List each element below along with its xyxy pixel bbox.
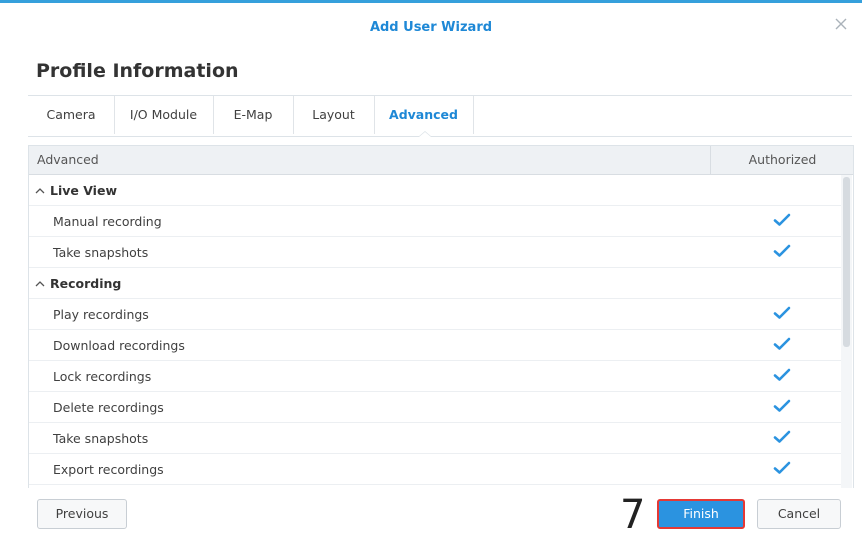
row-text: Take snapshots <box>53 431 149 446</box>
permission-label: Export recordings <box>53 462 164 477</box>
row-text: Export recordings <box>53 462 164 477</box>
row-text: Lock recordings <box>53 369 152 384</box>
row-text: Download recordings <box>53 338 185 353</box>
table-row: Lock recordings <box>29 361 841 392</box>
checkmark-icon[interactable] <box>773 306 791 320</box>
dialog-title: Add User Wizard <box>369 20 493 35</box>
close-icon[interactable] <box>832 15 850 33</box>
chevron-up-icon[interactable] <box>35 186 45 196</box>
tab-advanced[interactable]: Advanced <box>374 96 474 134</box>
checkmark-icon[interactable] <box>773 213 791 227</box>
checkmark-icon[interactable] <box>773 368 791 382</box>
cancel-button[interactable]: Cancel <box>757 499 841 529</box>
previous-button[interactable]: Previous <box>37 499 127 529</box>
column-header-authorized[interactable]: Authorized <box>710 146 853 174</box>
dialog-footer: Previous Finish Cancel <box>0 487 862 529</box>
permission-label: Lock recordings <box>53 369 151 384</box>
permission-label: Take snapshots <box>53 431 148 446</box>
chevron-up-icon[interactable] <box>35 279 45 289</box>
active-tab-indicator <box>418 131 432 137</box>
row-text: Delete recordings <box>53 400 164 415</box>
table-row: Manual recording <box>29 206 841 237</box>
permission-label: Play recordings <box>53 307 149 322</box>
tab-camera[interactable]: Camera <box>28 96 115 134</box>
table-row: Delete recordings <box>29 392 841 423</box>
row-text: Take snapshots <box>53 245 149 260</box>
finish-button[interactable]: Finish <box>657 499 745 529</box>
table-row: Export recordings <box>29 454 841 485</box>
permissions-table: Advanced Authorized Live View Manual reco… <box>28 145 854 488</box>
row-text: Play recordings <box>53 307 149 322</box>
column-header-advanced[interactable]: Advanced <box>37 152 99 167</box>
row-text: Live View <box>50 183 117 198</box>
table-row: Take snapshots <box>29 237 841 268</box>
dialog-titlebar: Add User Wizard <box>0 3 862 55</box>
permission-label: Take snapshots <box>53 245 148 260</box>
permission-label: Delete recordings <box>53 400 164 415</box>
table-header: Advanced Authorized <box>29 146 853 175</box>
table-body: Live View Manual recording Take snapshots R… <box>29 175 841 488</box>
row-text: Manual recording <box>53 214 162 229</box>
section-title: Profile Information <box>36 60 239 82</box>
checkmark-icon[interactable] <box>773 430 791 444</box>
table-row: Take snapshots <box>29 423 841 454</box>
group-label: Recording <box>35 276 121 291</box>
add-user-wizard-dialog: Add User Wizard Profile Information Came… <box>0 0 862 535</box>
group-row[interactable]: Recording <box>29 268 841 299</box>
tab-io-module[interactable]: I/O Module <box>114 96 214 134</box>
permission-label: Manual recording <box>53 214 162 229</box>
checkmark-icon[interactable] <box>773 244 791 258</box>
checkmark-icon[interactable] <box>773 337 791 351</box>
scrollbar-thumb[interactable] <box>843 177 850 347</box>
table-row: Play recordings <box>29 299 841 330</box>
group-label: Live View <box>35 183 117 198</box>
tab-bar: Camera I/O Module E-Map Layout Advanced <box>28 95 852 137</box>
permission-label: Download recordings <box>53 338 185 353</box>
table-scrollbar[interactable] <box>841 175 852 488</box>
tab-layout[interactable]: Layout <box>293 96 375 134</box>
table-row: Download recordings <box>29 330 841 361</box>
group-row[interactable]: Live View <box>29 175 841 206</box>
tab-e-map[interactable]: E-Map <box>213 96 294 134</box>
row-text: Recording <box>50 276 122 291</box>
checkmark-icon[interactable] <box>773 399 791 413</box>
checkmark-icon[interactable] <box>773 461 791 475</box>
step-number-annotation: 7 <box>620 492 646 538</box>
